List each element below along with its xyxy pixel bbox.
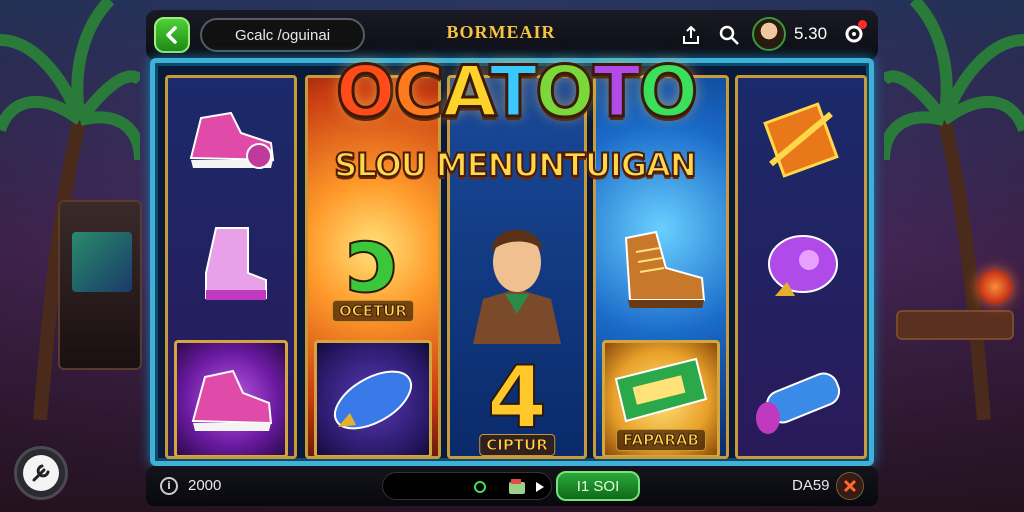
spin-button[interactable]: I1 SOI [556,471,640,501]
logo-letter: C [392,51,446,133]
back-button[interactable] [154,17,190,53]
floating-menu-inner [23,455,59,491]
reel-4-bottom-cell: FAPARAB [602,340,720,456]
sneaker-icon [191,369,273,431]
chevron-left-icon [166,26,177,44]
palm-tree-right [884,0,1024,420]
reel-2-label: OCETUR [332,300,414,322]
reel-3-glyph: 4 [486,347,548,449]
game-subtitle: SLOU MENUNTUIGAN [333,145,697,185]
play-icon [536,482,544,492]
reel-1 [165,75,297,459]
logo-letter: O [534,51,596,133]
cannon-icon [756,372,841,434]
reel-5 [735,75,867,459]
balance-value: 5.30 [794,24,828,43]
logo-letter: A [441,51,493,133]
boot-icon [205,227,267,300]
credit-value: 2000 [188,477,222,494]
glowing-orb [978,270,1012,304]
wrench-icon [32,464,50,482]
reel-2-bottom-cell [314,340,432,456]
reel-2-glyph: ɔ [345,207,400,314]
avatar[interactable] [752,17,786,51]
notification-dot [858,20,867,29]
close-icon [843,479,857,493]
logo-letter: O [334,51,396,133]
refresh-icon [474,481,486,493]
autoplay-pill[interactable] [382,472,552,500]
reel-3-label: CIPTUR [479,434,555,456]
reel-4-label: FAPARAB [616,429,706,451]
arcade-machine-left [58,200,142,370]
capsule-icon [334,370,412,430]
share-icon[interactable] [680,24,702,46]
hero-character-icon [473,229,561,344]
logo-letter: O [637,51,699,133]
game-title: BORMEAIR [446,22,556,42]
table-right [896,310,1014,340]
sneaker-icon [189,111,275,169]
info-icon[interactable]: i [160,477,178,495]
search-icon[interactable] [718,24,740,46]
reel-1-bottom-cell [174,340,288,456]
shoe-icon [624,230,706,308]
orb-gadget-icon [768,235,838,296]
bet-value: DA59 [792,477,830,494]
game-logo: OCATOTO [316,55,716,130]
gift-box-icon [763,102,839,178]
floating-menu-button[interactable] [14,446,68,500]
logo-letter: T [591,51,642,133]
wallet-icon [509,479,525,494]
user-name-pill[interactable]: Gcalc /oguinai [200,18,365,52]
logo-letter: T [488,51,539,133]
cash-register-icon [614,357,708,423]
bet-button[interactable] [836,472,864,500]
bottom-bar: i 2000 I1 SOI DA59 [146,466,878,506]
